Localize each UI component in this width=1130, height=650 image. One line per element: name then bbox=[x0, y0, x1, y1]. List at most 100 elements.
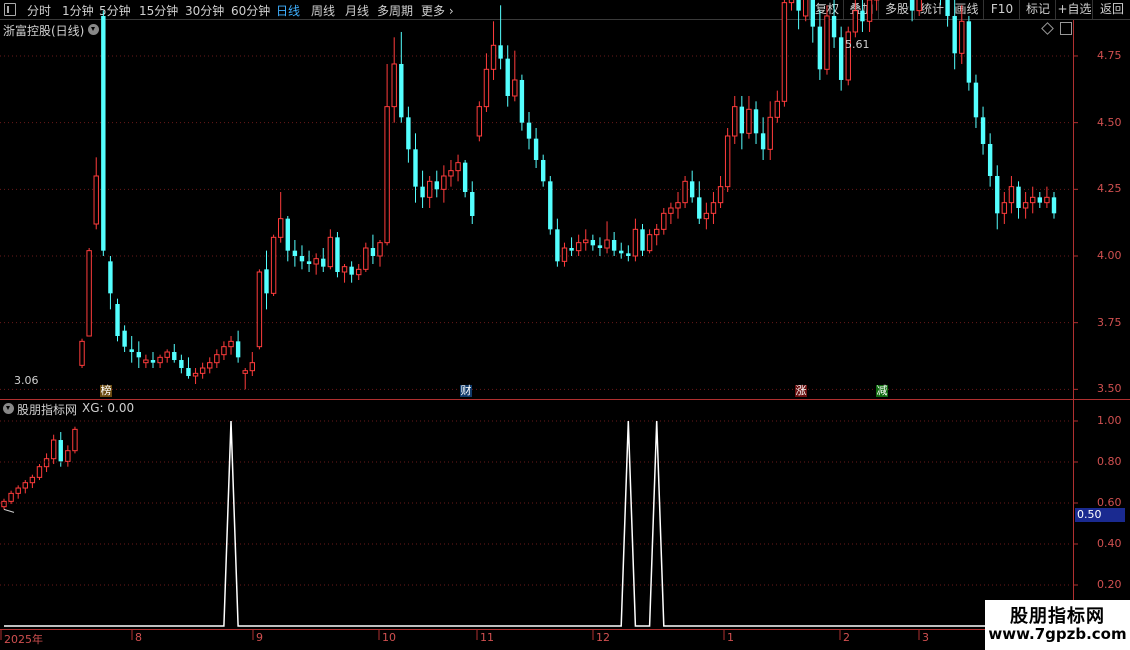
current-value-tag: 0.50 bbox=[1075, 508, 1125, 522]
candle-body bbox=[356, 268, 362, 276]
candle-body bbox=[1051, 197, 1057, 214]
candle-body bbox=[675, 202, 681, 209]
candle-body bbox=[235, 341, 241, 358]
candle-body bbox=[753, 109, 759, 134]
candle-body bbox=[555, 229, 560, 262]
price-tick-label: 3.75 bbox=[1097, 315, 1122, 329]
candle-body bbox=[661, 212, 667, 230]
event-tag-3[interactable]: 减 bbox=[876, 385, 888, 397]
candle-body bbox=[150, 360, 156, 363]
candle-body bbox=[86, 250, 92, 337]
date-label: 12 bbox=[596, 631, 610, 644]
event-tag-2[interactable]: 涨 bbox=[795, 385, 807, 397]
candle-body bbox=[349, 266, 354, 275]
candle-body bbox=[441, 175, 447, 190]
candle-body bbox=[157, 356, 163, 364]
indicator-tick-label: 0.20 bbox=[1097, 578, 1122, 591]
candle-body bbox=[108, 261, 113, 294]
event-tag-0[interactable]: 榜 bbox=[100, 385, 112, 397]
candle-body bbox=[710, 202, 717, 214]
date-label: 3 bbox=[922, 631, 929, 644]
candle-body bbox=[995, 175, 1000, 214]
candle-body bbox=[399, 63, 404, 118]
price-tick-label: 4.00 bbox=[1097, 249, 1122, 262]
candle-body bbox=[838, 37, 844, 80]
candle-body bbox=[164, 351, 170, 358]
candle-body bbox=[533, 138, 539, 160]
low-marker bbox=[3, 508, 15, 513]
candle-body bbox=[952, 15, 957, 54]
candle-body bbox=[72, 428, 78, 452]
candle-body bbox=[619, 250, 624, 254]
candle-body bbox=[335, 237, 340, 273]
candle-body bbox=[285, 218, 290, 251]
candle-body bbox=[179, 360, 184, 369]
candle-body bbox=[632, 228, 639, 257]
candle-body bbox=[788, 0, 795, 4]
candle-body bbox=[810, 0, 815, 27]
candle-body bbox=[519, 79, 525, 123]
candle-body bbox=[270, 236, 277, 294]
candle-body bbox=[767, 116, 773, 150]
candle-body bbox=[689, 181, 695, 198]
candle-body bbox=[824, 15, 830, 70]
low-price-label: 3.06 bbox=[14, 374, 39, 387]
chart-canvas[interactable] bbox=[0, 0, 1130, 650]
candle-body bbox=[1008, 186, 1015, 204]
candle-body bbox=[207, 362, 213, 369]
candle-body bbox=[945, 0, 950, 16]
candle-body bbox=[717, 186, 724, 204]
candle-body bbox=[611, 239, 617, 251]
candle-body bbox=[973, 82, 979, 118]
candle-body bbox=[746, 108, 752, 134]
candle-body bbox=[341, 266, 348, 273]
candle-body bbox=[143, 359, 149, 364]
candle-body bbox=[377, 242, 383, 257]
date-label: 10 bbox=[382, 631, 396, 644]
candle-body bbox=[242, 370, 248, 374]
candle-body bbox=[455, 162, 461, 172]
candle-body bbox=[136, 352, 141, 358]
candle-body bbox=[1, 500, 7, 508]
watermark-url: www.7gpzb.com bbox=[988, 625, 1127, 643]
candle-body bbox=[413, 149, 418, 187]
candle-body bbox=[256, 271, 263, 348]
date-label: 2 bbox=[843, 631, 850, 644]
indicator-line bbox=[4, 420, 1054, 627]
high-price-label: 5.61 bbox=[845, 38, 870, 51]
candle-body bbox=[172, 352, 177, 361]
candle-body bbox=[739, 106, 745, 134]
candle-body bbox=[548, 181, 553, 230]
candle-body bbox=[8, 492, 14, 502]
candle-body bbox=[512, 79, 518, 97]
date-label: 9 bbox=[256, 631, 263, 644]
candle-body bbox=[831, 15, 837, 38]
candle-body bbox=[796, 0, 801, 11]
date-label: 8 bbox=[135, 631, 142, 644]
candle-body bbox=[462, 162, 468, 192]
candle-body bbox=[391, 63, 397, 108]
candle-body bbox=[866, 0, 873, 22]
candle-body bbox=[668, 207, 674, 214]
watermark: 股朋指标网 www.7gpzb.com bbox=[985, 600, 1130, 650]
candle-body bbox=[129, 349, 134, 353]
candle-body bbox=[36, 466, 43, 478]
candle-body bbox=[29, 476, 36, 484]
indicator-tick-label: 0.40 bbox=[1097, 537, 1122, 550]
candle-body bbox=[22, 482, 28, 489]
candle-body bbox=[199, 367, 206, 374]
price-tick-label: 3.50 bbox=[1097, 382, 1122, 396]
candle-body bbox=[1022, 202, 1029, 209]
candle-body bbox=[228, 340, 234, 348]
candle-body bbox=[682, 180, 688, 204]
candle-body bbox=[122, 330, 127, 347]
date-label: 11 bbox=[480, 631, 494, 644]
candle-body bbox=[65, 450, 71, 462]
event-tag-1[interactable]: 财 bbox=[460, 385, 472, 397]
candle-body bbox=[498, 45, 503, 59]
candle-body bbox=[561, 247, 568, 262]
candle-body bbox=[626, 253, 631, 256]
candle-body bbox=[50, 439, 57, 460]
candle-body bbox=[321, 258, 326, 267]
candle-body bbox=[277, 218, 284, 238]
